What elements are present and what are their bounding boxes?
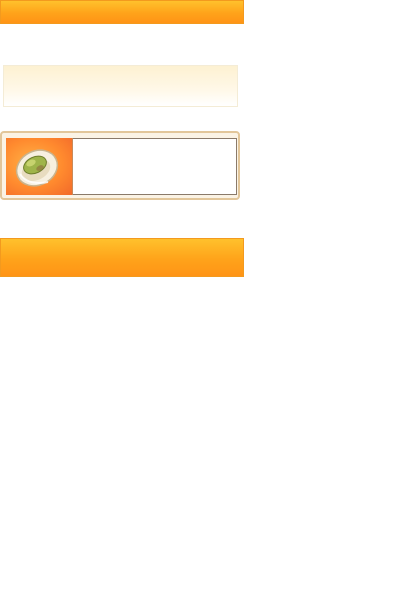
header-bar [0, 0, 244, 24]
product-info [73, 138, 237, 195]
product-card[interactable] [0, 131, 240, 200]
footer-bar [0, 238, 244, 277]
notice-box [3, 65, 238, 107]
product-image[interactable] [6, 138, 73, 195]
page [0, 0, 400, 600]
